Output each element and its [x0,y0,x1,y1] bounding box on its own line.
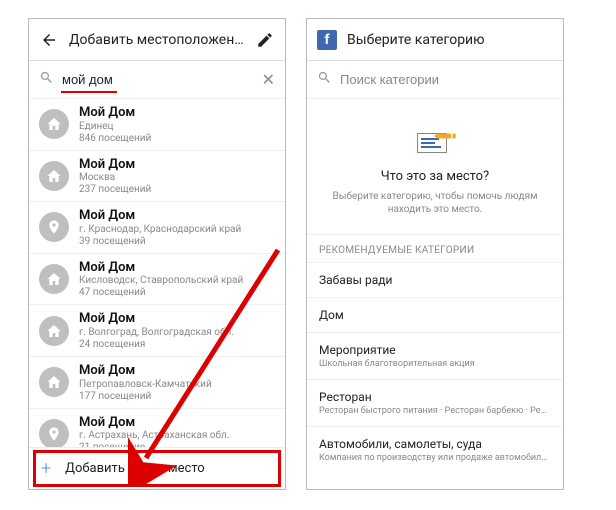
results-list: Мой ДомЕдинец846 посещенийМой ДомМосква2… [29,99,285,447]
list-item[interactable]: Мой Домг. Волгоград, Волгоградская обл.2… [29,305,285,357]
plus-icon: + [41,458,51,479]
category-subtitle: Компания по производству или продаже авт… [319,453,551,463]
category-title: Дом [319,308,551,322]
category-title: Ресторан [319,390,551,404]
list-item-subtitle: Кисловодск, Ставропольский край [79,275,275,287]
list-item-title: Мой Дом [79,208,275,224]
add-new-place-row[interactable]: + Добавить новое место [29,447,285,489]
category-subtitle: Ресторан быстрого питания · Ресторан бар… [319,406,551,416]
add-location-screen: Добавить местоположен... ✕ Мой ДомЕдинец… [28,18,286,490]
search-icon [39,70,54,89]
list-item-body: Мой ДомКисловодск, Ставропольский край47… [79,260,275,299]
list-item-body: Мой ДомПетропавловск-Камчатский177 посещ… [79,363,275,402]
list-item-body: Мой Домг. Астрахань, Астраханская обл.21… [79,415,275,447]
list-item-title: Мой Дом [79,311,275,327]
list-item-title: Мой Дом [79,363,275,379]
list-item[interactable]: Мой Домг. Астрахань, Астраханская обл.21… [29,409,285,447]
list-item-body: Мой ДомЕдинец846 посещений [79,105,275,144]
list-item[interactable]: Мой ДомМосква237 посещений [29,151,285,203]
list-item-visits: 47 посещений [79,287,275,298]
back-arrow-icon[interactable] [39,30,59,50]
facebook-icon: f [317,30,337,50]
list-item-subtitle: Москва [79,172,275,184]
search-row [307,61,563,99]
list-item-subtitle: г. Астрахань, Астраханская обл. [79,430,275,442]
category-title: Забавы ради [319,273,551,287]
list-item[interactable]: Мой ДомКисловодск, Ставропольский край47… [29,254,285,306]
list-item-title: Мой Дом [79,415,275,431]
list-item-title: Мой Дом [79,260,275,276]
header-title: Выберите категорию [347,32,553,48]
list-item-visits: 177 посещений [79,391,275,402]
home-icon [39,316,69,346]
home-icon [39,109,69,139]
promo-block: Что это за место? Выберите категорию, чт… [307,99,563,235]
home-icon [39,367,69,397]
home-icon [39,161,69,191]
pin-icon [39,419,69,447]
list-item[interactable]: Мой ДомЕдинец846 посещений [29,99,285,151]
category-item[interactable]: Забавы ради [307,262,563,297]
add-new-place-label: Добавить новое место [65,461,205,476]
list-item-body: Мой ДомМосква237 посещений [79,157,275,196]
list-item-subtitle: г. Волгоград, Волгоградская обл. [79,327,275,339]
list-item-title: Мой Дом [79,157,275,173]
promo-subtitle: Выберите категорию, чтобы помочь людям н… [325,190,545,216]
search-input[interactable] [62,72,254,87]
home-icon [39,264,69,294]
list-item-visits: 24 посещения [79,339,275,350]
list-item-title: Мой Дом [79,105,275,121]
promo-title: Что это за место? [325,169,545,184]
edit-icon[interactable] [255,30,275,50]
category-title: Автомобили, самолеты, суда [319,437,551,451]
category-title: Мероприятие [319,343,551,357]
category-list: Забавы ради Дом Мероприятие Школьная благот… [307,262,563,473]
recommended-section-label: РЕКОМЕНДУЕМЫЕ КАТЕГОРИИ [307,235,563,262]
category-search-input[interactable] [340,72,553,87]
list-item-subtitle: Единец [79,121,275,133]
header: f Выберите категорию [307,19,563,61]
list-item-body: Мой Домг. Краснодар, Краснодарский край3… [79,208,275,247]
category-item[interactable]: Ресторан Ресторан быстрого питания · Рест… [307,379,563,426]
category-item[interactable]: Дом [307,297,563,332]
list-item-visits: 39 посещений [79,236,275,247]
pin-icon [39,212,69,242]
header: Добавить местоположен... [29,19,285,61]
clear-icon[interactable]: ✕ [262,70,275,89]
search-icon [317,70,332,89]
list-item[interactable]: Мой Домг. Краснодар, Краснодарский край3… [29,202,285,254]
select-category-screen: f Выберите категорию Что это за место? В… [306,18,564,490]
list-item-subtitle: Петропавловск-Камчатский [79,379,275,391]
category-item[interactable]: Автомобили, самолеты, суда Компания по пр… [307,426,563,473]
list-item-body: Мой Домг. Волгоград, Волгоградская обл.2… [79,311,275,350]
list-item-subtitle: г. Краснодар, Краснодарский край [79,224,275,236]
header-title: Добавить местоположен... [69,32,245,48]
search-row: ✕ [29,61,285,99]
list-item-visits: 237 посещений [79,184,275,195]
category-subtitle: Школьная благотворительная акция [319,359,551,369]
category-item[interactable]: Мероприятие Школьная благотворительная ак… [307,332,563,379]
list-item-visits: 846 посещений [79,133,275,144]
note-pencil-icon [413,127,457,157]
list-item[interactable]: Мой ДомПетропавловск-Камчатский177 посещ… [29,357,285,409]
